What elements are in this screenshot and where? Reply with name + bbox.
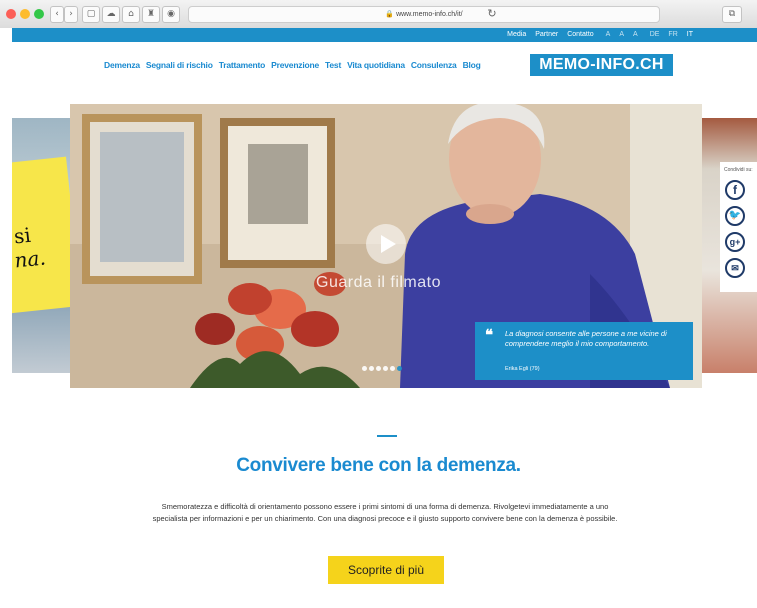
chevron-left-icon[interactable]: ‹ xyxy=(50,6,64,23)
tabs-icon[interactable]: ⧉ xyxy=(722,6,742,23)
language-de[interactable]: DE xyxy=(650,28,660,42)
nav-item-vita[interactable]: Vita quotidiana xyxy=(347,60,405,70)
nav-item-blog[interactable]: Blog xyxy=(463,60,481,70)
google-plus-icon[interactable]: g+ xyxy=(725,232,745,252)
font-size-small[interactable]: A xyxy=(606,28,611,42)
share-panel: Condividi su: f 🐦 g+ ✉ xyxy=(720,162,757,292)
sticky-text-2: na. xyxy=(13,245,47,273)
extension-icon[interactable]: ♜ xyxy=(142,6,160,23)
quote-icon: ❝ xyxy=(485,326,494,344)
slide-dot-active[interactable] xyxy=(397,366,402,371)
chevron-right-icon[interactable]: › xyxy=(64,6,78,23)
testimonial-quote: La diagnosi consente alle persone a me v… xyxy=(505,329,667,348)
twitter-icon[interactable]: 🐦 xyxy=(725,206,745,226)
cloud-icon[interactable]: ☁ xyxy=(102,6,120,23)
watch-video-label[interactable]: Guarda il filmato xyxy=(316,274,441,292)
zoom-window-button[interactable] xyxy=(34,9,44,19)
section-divider xyxy=(377,435,397,437)
slide-dot[interactable] xyxy=(362,366,367,371)
nav-item-consulenza[interactable]: Consulenza xyxy=(411,60,457,70)
topbar-link-partner[interactable]: Partner xyxy=(535,28,558,42)
section-description: Smemoratezza e difficoltà di orientament… xyxy=(152,502,618,523)
browser-toolbar: ‹ › ▢ ☁ ⌂ ♜ ◉ 🔒 www.memo-info.ch/it/ ↻ ⧉ xyxy=(0,0,757,29)
discover-more-button[interactable]: Scoprite di più xyxy=(328,556,444,584)
facebook-icon[interactable]: f xyxy=(725,180,745,200)
previous-slide-peek[interactable]: si na. xyxy=(12,118,70,373)
topbar-link-contatto[interactable]: Contatto xyxy=(567,28,593,42)
site-logo[interactable]: MEMO-INFO.CH xyxy=(530,54,673,76)
section-title: Convivere bene con la demenza. xyxy=(236,455,521,476)
page-left-edge xyxy=(0,28,12,608)
nav-item-trattamento[interactable]: Trattamento xyxy=(219,60,266,70)
share-label: Condividi su: xyxy=(724,167,753,173)
slide-indicators xyxy=(362,366,404,371)
address-text: www.memo-info.ch/it/ xyxy=(396,11,463,18)
language-it[interactable]: IT xyxy=(687,28,693,42)
slide-dot[interactable] xyxy=(369,366,374,371)
close-window-button[interactable] xyxy=(6,9,16,19)
language-fr[interactable]: FR xyxy=(668,28,677,42)
privacy-icon[interactable]: ◉ xyxy=(162,6,180,23)
nav-item-test[interactable]: Test xyxy=(325,60,341,70)
slide-dot[interactable] xyxy=(376,366,381,371)
testimonial-box: ❝ La diagnosi consente alle persone a me… xyxy=(475,322,693,380)
testimonial-author: Erika Egli (79) xyxy=(505,366,540,372)
slide-dot[interactable] xyxy=(383,366,388,371)
lock-icon: 🔒 xyxy=(385,11,395,18)
minimize-window-button[interactable] xyxy=(20,9,30,19)
main-navigation: Demenza Segnali di rischio Trattamento P… xyxy=(104,60,487,70)
nav-item-segnali[interactable]: Segnali di rischio xyxy=(146,60,213,70)
sticky-text-1: si xyxy=(12,222,32,249)
play-video-button[interactable] xyxy=(366,224,406,264)
home-icon[interactable]: ⌂ xyxy=(122,6,140,23)
font-size-large[interactable]: A xyxy=(633,28,638,42)
sidebar-toggle-icon[interactable]: ▢ xyxy=(82,6,100,23)
hero-slider: Guarda il filmato ❝ La diagnosi consente… xyxy=(70,104,702,388)
sticky-note: si na. xyxy=(12,156,70,314)
font-size-medium[interactable]: A xyxy=(619,28,624,42)
topbar-link-media[interactable]: Media xyxy=(507,28,526,42)
slide-dot[interactable] xyxy=(390,366,395,371)
address-bar[interactable]: 🔒 www.memo-info.ch/it/ xyxy=(188,6,660,23)
email-icon[interactable]: ✉ xyxy=(725,258,745,278)
nav-item-demenza[interactable]: Demenza xyxy=(104,60,140,70)
service-bar: Media Partner Contatto A A A DE FR IT xyxy=(12,28,757,42)
nav-item-prevenzione[interactable]: Prevenzione xyxy=(271,60,319,70)
reload-icon[interactable]: ↻ xyxy=(485,6,499,21)
